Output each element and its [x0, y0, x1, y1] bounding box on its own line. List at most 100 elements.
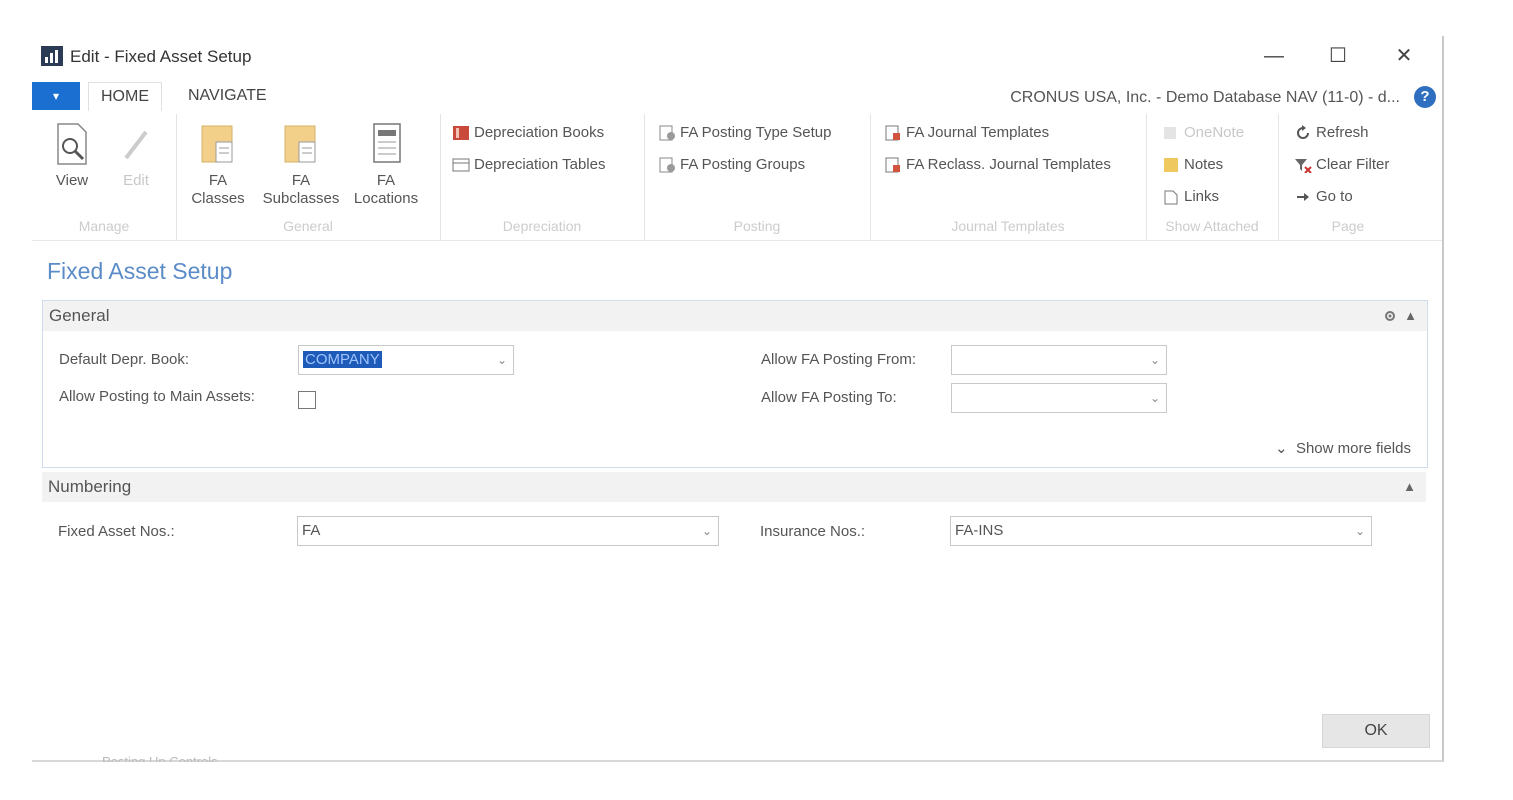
fa-subclasses-label-1: FA	[291, 172, 311, 189]
folder-icon	[201, 125, 233, 163]
group-label-general: General	[283, 218, 333, 234]
setup-icon	[659, 125, 675, 141]
minimize-button[interactable]: —	[1254, 42, 1294, 70]
fa-posting-type-setup-label: FA Posting Type Setup	[680, 124, 832, 141]
chevron-down-icon[interactable]: ⌄	[702, 517, 712, 545]
collapse-icon[interactable]: ▲	[1403, 472, 1416, 502]
tab-home[interactable]: HOME	[88, 82, 162, 111]
fa-journal-templates-label: FA Journal Templates	[906, 124, 1050, 141]
group-label-journal-templates: Journal Templates	[951, 218, 1065, 234]
depreciation-books-label: Depreciation Books	[474, 124, 605, 141]
allow-fa-posting-from-label: Allow FA Posting From:	[761, 351, 917, 368]
fa-posting-groups-button[interactable]: FA Posting Groups	[658, 154, 805, 176]
ribbon-group-manage: View Edit Manage	[32, 114, 177, 240]
refresh-button[interactable]: Refresh	[1294, 122, 1369, 144]
depreciation-books-button[interactable]: Depreciation Books	[452, 122, 604, 144]
view-button[interactable]: View	[50, 122, 94, 190]
page-title: Fixed Asset Setup	[47, 258, 233, 284]
ribbon-group-posting: FA Posting Type Setup FA Posting Groups …	[644, 114, 871, 240]
chevron-down-icon[interactable]: ⌄	[497, 346, 507, 374]
chevron-down-icon[interactable]: ⌄	[1355, 517, 1365, 545]
notes-icon	[1164, 158, 1178, 173]
fixed-asset-nos-value: FA	[302, 522, 321, 539]
clear-filter-button[interactable]: Clear Filter	[1294, 154, 1389, 176]
fixed-asset-setup-window: Edit - Fixed Asset Setup — ☐ ✕ ▾ HOME NA…	[32, 36, 1444, 762]
numbering-header-label: Numbering	[48, 477, 132, 496]
group-label-page: Page	[1331, 218, 1365, 234]
allow-fa-posting-to-label: Allow FA Posting To:	[761, 389, 897, 406]
link-icon	[1164, 190, 1178, 205]
fa-classes-button[interactable]: FA Classes	[188, 122, 248, 208]
onenote-button[interactable]: OneNote	[1162, 122, 1244, 144]
refresh-label: Refresh	[1316, 124, 1369, 141]
pencil-icon	[124, 130, 148, 160]
book-icon	[453, 126, 469, 141]
fa-subclasses-label-2: Subclasses	[262, 190, 340, 207]
maximize-button[interactable]: ☐	[1318, 42, 1358, 70]
window-title: Edit - Fixed Asset Setup	[70, 47, 252, 66]
links-button[interactable]: Links	[1162, 186, 1219, 208]
links-label: Links	[1184, 188, 1220, 205]
allow-fa-posting-from-field[interactable]: ⌄	[951, 345, 1167, 375]
notes-label: Notes	[1184, 156, 1224, 173]
tab-navigate[interactable]: NAVIGATE	[176, 82, 279, 110]
general-section: General ▲ Default Depr. Book: COMPANY ⌄ …	[42, 300, 1428, 468]
refresh-icon	[1297, 125, 1309, 139]
partial-footer-text: Posting Up Controls	[102, 754, 218, 762]
fa-reclass-journal-templates-button[interactable]: FA Reclass. Journal Templates	[884, 154, 1111, 176]
insurance-nos-label: Insurance Nos.:	[760, 523, 866, 540]
group-label-show-attached: Show Attached	[1165, 218, 1259, 234]
ok-button[interactable]: OK	[1322, 714, 1430, 748]
group-label-depreciation: Depreciation	[502, 218, 582, 234]
insurance-nos-field[interactable]: FA-INS ⌄	[950, 516, 1372, 546]
notes-button[interactable]: Notes	[1162, 154, 1223, 176]
fa-locations-button[interactable]: FA Locations	[346, 122, 426, 208]
fa-classes-label-1: FA	[208, 172, 228, 189]
chevron-down-icon: ⌄	[1275, 440, 1288, 457]
show-more-fields-link[interactable]: ⌄ Show more fields	[1275, 439, 1411, 457]
fa-journal-templates-button[interactable]: FA Journal Templates	[884, 122, 1049, 144]
arrow-right-icon	[1297, 193, 1309, 202]
chevron-down-icon[interactable]: ⌄	[1150, 384, 1160, 412]
default-depr-book-field[interactable]: COMPANY ⌄	[298, 345, 514, 375]
ribbon-group-depreciation: Depreciation Books Depreciation Tables D…	[440, 114, 645, 240]
company-name: CRONUS USA, Inc. - Demo Database NAV (11…	[1010, 89, 1400, 106]
fixed-asset-nos-field[interactable]: FA ⌄	[297, 516, 719, 546]
fa-posting-groups-label: FA Posting Groups	[680, 156, 806, 173]
depreciation-tables-button[interactable]: Depreciation Tables	[452, 154, 605, 176]
show-more-fields-label: Show more fields	[1295, 440, 1411, 457]
fa-classes-label-2: Classes	[191, 190, 245, 207]
edit-label: Edit	[123, 172, 149, 189]
onenote-icon	[1164, 127, 1176, 140]
numbering-section: Numbering ▲ Fixed Asset Nos.: FA ⌄ Insur…	[42, 472, 1426, 592]
view-icon	[57, 123, 87, 165]
allow-fa-posting-to-field[interactable]: ⌄	[951, 383, 1167, 413]
document-icon	[373, 123, 401, 163]
fa-subclasses-button[interactable]: FA Subclasses	[256, 122, 346, 208]
help-icon[interactable]: ?	[1414, 86, 1436, 108]
title-bar: Edit - Fixed Asset Setup — ☐ ✕	[32, 36, 1442, 76]
insurance-nos-value: FA-INS	[955, 522, 1004, 539]
view-label: View	[55, 172, 89, 189]
fa-posting-type-setup-button[interactable]: FA Posting Type Setup	[658, 122, 832, 144]
app-icon	[41, 46, 63, 66]
collapse-icon[interactable]: ▲	[1404, 301, 1417, 331]
file-menu-button[interactable]: ▾	[32, 82, 80, 110]
gear-icon[interactable]	[1383, 309, 1397, 323]
journal-icon	[885, 157, 900, 173]
allow-posting-main-assets-checkbox[interactable]	[298, 391, 316, 409]
go-to-button[interactable]: Go to	[1294, 186, 1353, 208]
onenote-label: OneNote	[1184, 124, 1245, 141]
group-label-manage: Manage	[78, 218, 130, 234]
default-depr-book-label: Default Depr. Book:	[59, 351, 190, 368]
chevron-down-icon[interactable]: ⌄	[1150, 346, 1160, 374]
general-section-header[interactable]: General ▲	[43, 301, 1427, 331]
clear-filter-icon	[1295, 159, 1312, 174]
edit-button[interactable]: Edit	[116, 122, 156, 190]
close-button[interactable]: ✕	[1384, 42, 1424, 70]
ribbon-group-show-attached: OneNote Notes Links Show Attached	[1146, 114, 1279, 240]
numbering-section-header[interactable]: Numbering ▲	[42, 472, 1426, 502]
fa-reclass-journal-templates-label: FA Reclass. Journal Templates	[906, 156, 1111, 173]
allow-posting-main-assets-label: Allow Posting to Main Assets:	[59, 388, 255, 405]
fa-locations-label-1: FA	[376, 172, 396, 189]
